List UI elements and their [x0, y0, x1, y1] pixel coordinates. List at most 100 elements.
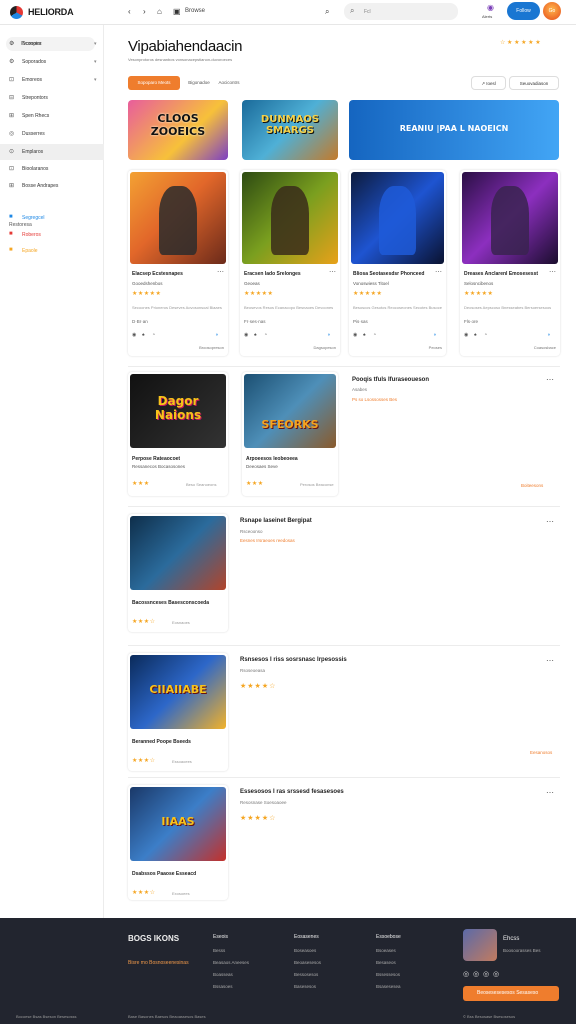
play-icon[interactable]: ◉: [244, 332, 248, 338]
banner-3[interactable]: REANIU |PAA L NAOEICN: [349, 100, 559, 160]
sidebar-item-4[interactable]: ⊟ Strepontors: [0, 90, 104, 106]
sidebar-item-6[interactable]: ◎ Dusserres: [0, 126, 104, 142]
row-title[interactable]: Rsnsesos I riss sosrsnasc Irpesossis: [240, 657, 347, 663]
page-title: Vipabiahendaacin: [128, 38, 243, 55]
brand-name[interactable]: HELIORDA: [28, 7, 74, 17]
game-card-1[interactable]: Elacsep Ecstesnapes ⋯ Gooedshenbos ★★★★★ Sec…: [128, 170, 228, 356]
game-card-2[interactable]: Eracsen Iado Srelonges ⋯ Geoeas ★★★★★ Beosev…: [240, 170, 340, 356]
share-icon[interactable]: ◑: [547, 332, 550, 338]
row-title[interactable]: Essesosos I ras srssesd fesasesoes: [240, 789, 344, 795]
like-icon[interactable]: ♠: [474, 332, 477, 338]
notification-icon[interactable]: ◉: [487, 3, 494, 12]
sidebar-item-5[interactable]: ⊞ Spen Rhecs: [0, 108, 104, 124]
sidebar-section-item-2[interactable]: ■ Roberos: [0, 227, 104, 243]
sidebar-item-8[interactable]: ⊡ Bioolaranos: [0, 161, 104, 177]
browse-link[interactable]: Browse: [185, 8, 205, 14]
footer-link[interactable]: Besss: [213, 948, 225, 953]
sidebar-section-dot-icon: ■: [9, 214, 13, 220]
page-subtitle: Vesonprotoros desnanbos vonsonacepstiano…: [128, 57, 233, 62]
row2-more-icon[interactable]: ⋯: [546, 375, 554, 384]
back-icon[interactable]: ‹: [128, 7, 131, 16]
row2-link[interactable]: Boiteesons: [521, 483, 543, 488]
more-options-icon[interactable]: ⋯: [329, 268, 336, 276]
more-options-icon[interactable]: ⋯: [546, 517, 554, 526]
game-card-link[interactable]: Dagsopeson: [314, 345, 336, 350]
footer-bottom-mid[interactable]: Base Basones Baesos Beaoassesos Bases: [128, 1014, 206, 1019]
game-card-link[interactable]: Broosopreson: [199, 345, 224, 350]
footer-link[interactable]: Besaseos: [376, 960, 396, 965]
play-icon[interactable]: ◉: [464, 332, 468, 338]
footer-bottom-left[interactable]: Bocoese Bsas Bseson Besesosss: [16, 1014, 76, 1019]
save-button[interactable]: Seuovadiason: [509, 76, 559, 90]
sidebar-item-2[interactable]: ⚙ Soporados ▾: [0, 54, 104, 70]
user-avatar[interactable]: Go: [543, 2, 561, 20]
banner-2[interactable]: DUNMAOS SMARGS: [242, 100, 338, 160]
share-icon[interactable]: ◑: [433, 332, 436, 338]
row-title[interactable]: Rsnape Iaseinet Bergipat: [240, 518, 312, 524]
game-card-3[interactable]: Bliosa Seotasesdsr Phonceed ⋯ Vonoswiess T…: [349, 170, 446, 356]
comment-icon[interactable]: ◔: [484, 332, 487, 338]
home-icon[interactable]: ⌂: [157, 7, 162, 16]
sidebar-section-item-3[interactable]: ■ Epaole: [0, 243, 104, 259]
social-icon-1[interactable]: ◎: [463, 970, 469, 978]
footer-link[interactable]: Basesesos: [294, 984, 316, 989]
play-icon[interactable]: ◉: [353, 332, 357, 338]
comment-icon[interactable]: ◔: [264, 332, 267, 338]
follow-button[interactable]: Follow: [507, 2, 540, 20]
footer-link[interactable]: Bssasoes: [213, 984, 233, 989]
sidebar-item-3[interactable]: ⊡ Emoreos ▾: [0, 72, 104, 88]
more-options-icon[interactable]: ⋯: [217, 268, 224, 276]
row-link[interactable]: Eesanosos: [530, 750, 552, 755]
footer-link[interactable]: Bsasesesea: [376, 984, 401, 989]
forward-icon[interactable]: ›: [143, 7, 146, 16]
sidebar-item-9[interactable]: ⊞ Bosse Andrapes: [0, 178, 104, 194]
footer-link[interactable]: Boseasoes: [294, 948, 316, 953]
share-icon[interactable]: ◑: [327, 332, 330, 338]
banner-1[interactable]: CLOOS ZOOEICS: [128, 100, 228, 160]
like-icon[interactable]: ♠: [142, 332, 145, 338]
footer-link[interactable]: Beoasesesos: [294, 960, 321, 965]
row2-card-1[interactable]: Dagor Naions Perpose Rateaocoet Ressaneco…: [128, 372, 228, 496]
footer-link[interactable]: Bessosesos: [294, 972, 318, 977]
row-card-2[interactable]: CIIAIIABE Beranned Poope Bseeds ★★★☆ Essoao…: [128, 653, 228, 771]
like-icon[interactable]: ♠: [363, 332, 366, 338]
chip-third[interactable]: Aocicontrs: [214, 76, 244, 90]
footer-profile-image[interactable]: [463, 929, 497, 961]
more-options-icon[interactable]: ⋯: [546, 656, 554, 665]
search-icon[interactable]: ⌕: [325, 7, 329, 17]
row2-card-2[interactable]: SFEORKS Arpoeesos Ieobeoeea Deeosaes Sev…: [242, 372, 338, 496]
footer-cta-button[interactable]: Beosesesesesos Sesaseso: [463, 986, 559, 1001]
share-button[interactable]: ↗ Ioesl: [471, 76, 506, 90]
game-card-link[interactable]: Peoses: [429, 345, 442, 350]
comment-icon[interactable]: ◔: [152, 332, 155, 338]
sidebar-item-1[interactable]: ⚙ Scoopes ▾: [0, 36, 104, 52]
row-card-1[interactable]: Bacossnceses Basesconscoeda ★★★☆ Eosnaoes: [128, 514, 228, 632]
like-icon[interactable]: ♠: [254, 332, 257, 338]
social-icon-4[interactable]: ◎: [493, 970, 499, 978]
footer-link[interactable]: Beasaos Aneeses: [213, 960, 249, 965]
grid-icon[interactable]: ▣: [173, 7, 181, 16]
more-options-icon[interactable]: ⋯: [549, 268, 556, 276]
game-card-link[interactable]: Coasosbace: [534, 345, 556, 350]
play-icon[interactable]: ◉: [132, 332, 136, 338]
brand-logo-icon[interactable]: [10, 6, 23, 19]
row2-title[interactable]: Pooqis tfuls Ifuraseoueson: [352, 377, 429, 383]
footer-link[interactable]: Bsoeases: [376, 948, 396, 953]
chip-primary[interactable]: Sopoparo Meots: [128, 76, 180, 90]
footer-link[interactable]: Boasseas: [213, 972, 233, 977]
chip-second[interactable]: Bigonadoe: [185, 76, 213, 90]
sidebar-section-item-1[interactable]: ■ Segregcel: [0, 210, 104, 226]
footer-link[interactable]: Bssessesos: [376, 972, 400, 977]
search-input[interactable]: ⌕ Fcl: [344, 3, 458, 20]
more-options-icon[interactable]: ⋯: [435, 268, 442, 276]
social-icon-3[interactable]: ◎: [483, 970, 489, 978]
game-card-4[interactable]: Dreases Anclarenl Emosesesst ⋯ Selosnciben…: [460, 170, 560, 356]
row2-card-1-title: Perpose Rateaocoet: [132, 456, 181, 462]
social-icon-2[interactable]: ◎: [473, 970, 479, 978]
share-icon[interactable]: ◑: [215, 332, 218, 338]
row-card-3[interactable]: IIAAS Dsabssos Paaose Esseacd ★★★☆ Exosoees: [128, 785, 228, 900]
sidebar-item-7[interactable]: ⊙ Emplaros: [0, 144, 104, 160]
footer-brand[interactable]: BOGS IKONS: [128, 934, 179, 943]
comment-icon[interactable]: ◔: [373, 332, 376, 338]
more-options-icon[interactable]: ⋯: [546, 788, 554, 797]
